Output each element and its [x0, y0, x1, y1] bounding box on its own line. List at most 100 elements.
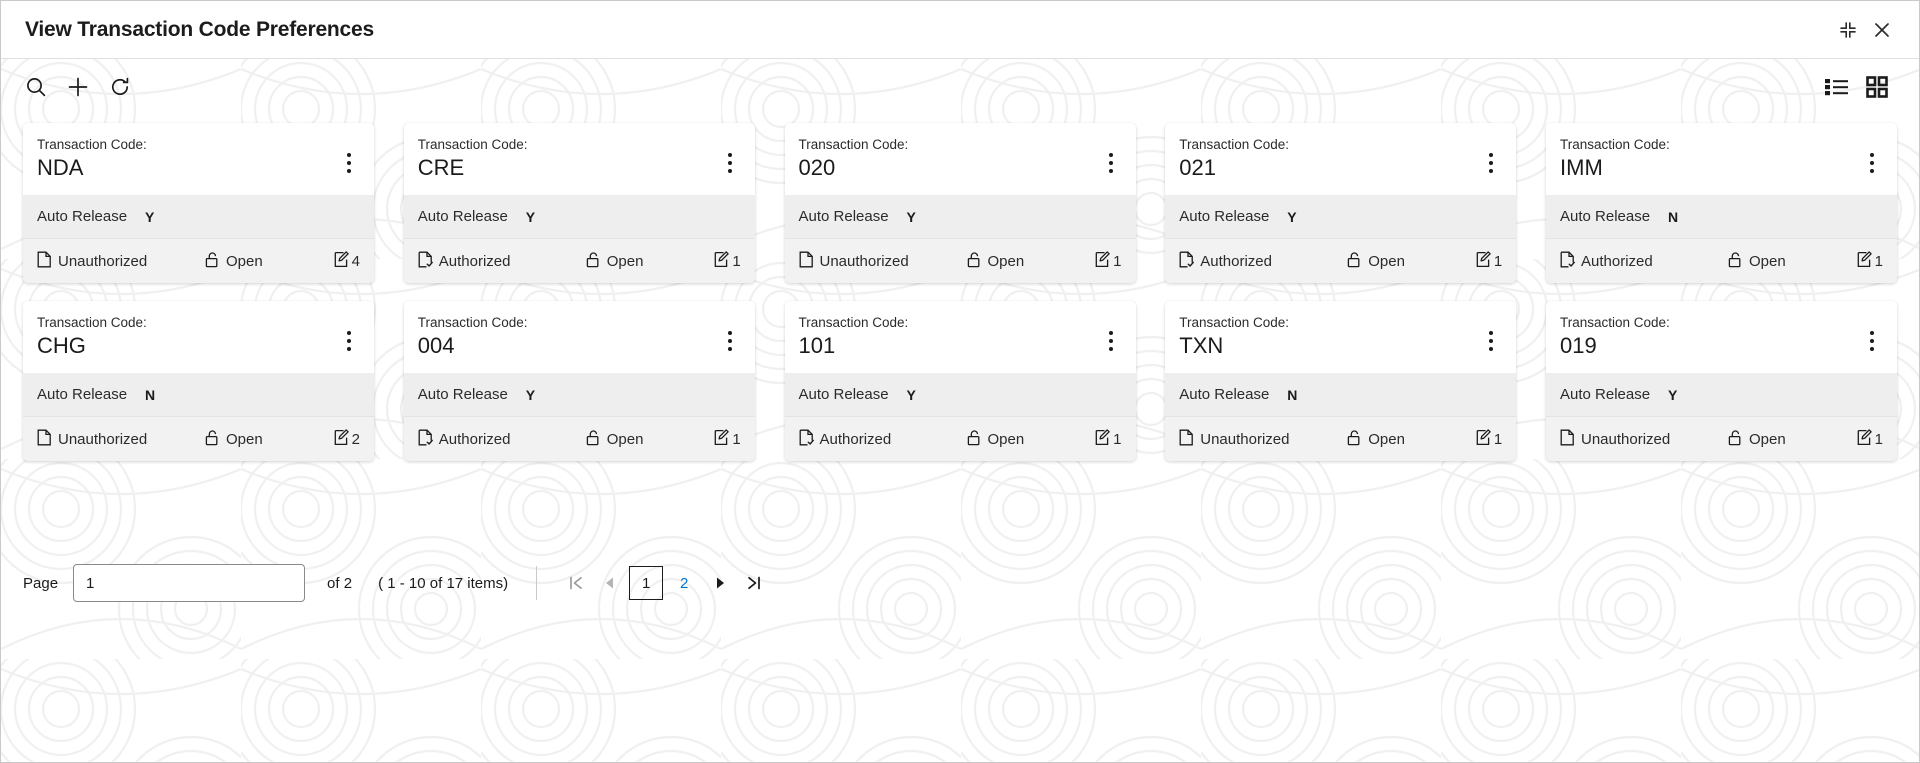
pagination-bar: Page of 2 ( 1 - 10 of 17 items) 1 2 — [1, 559, 1919, 607]
transaction-code-card[interactable]: Transaction Code:020Auto ReleaseYUnautho… — [785, 123, 1136, 283]
next-page-icon[interactable] — [703, 566, 737, 600]
version-indicator[interactable]: 1 — [714, 429, 740, 450]
lock-state: Open — [967, 429, 1096, 450]
card-header-texts: Transaction Code:020 — [799, 136, 1100, 181]
document-check-icon — [799, 429, 814, 450]
version-indicator[interactable]: 1 — [1857, 429, 1883, 450]
last-page-icon[interactable] — [737, 566, 771, 600]
version-indicator[interactable]: 1 — [714, 251, 740, 272]
edit-icon — [1476, 429, 1491, 450]
transaction-code-label: Transaction Code: — [37, 136, 338, 153]
auto-release-value: N — [1287, 387, 1297, 403]
status-badge: Unauthorized — [799, 251, 967, 272]
transaction-code-card[interactable]: Transaction Code: CRE Auto ReleaseY Authori… — [404, 123, 755, 283]
document-icon — [1179, 429, 1194, 450]
page-number-2[interactable]: 2 — [667, 566, 701, 600]
version-count: 1 — [1875, 431, 1883, 448]
unlock-icon — [967, 251, 982, 272]
transaction-code-label: Transaction Code: — [799, 136, 1100, 153]
transaction-code-card[interactable]: Transaction Code:CHGAuto ReleaseNUnautho… — [23, 301, 374, 461]
card-menu-icon[interactable] — [1861, 146, 1883, 180]
lock-state-text: Open — [1749, 253, 1786, 270]
search-icon[interactable] — [15, 67, 57, 107]
list-view-icon[interactable] — [1817, 69, 1857, 105]
refresh-icon[interactable] — [99, 67, 141, 107]
lock-state-text: Open — [988, 431, 1025, 448]
version-indicator[interactable]: 1 — [1857, 251, 1883, 272]
version-indicator[interactable]: 1 — [1095, 429, 1121, 450]
status-text: Unauthorized — [58, 431, 147, 448]
unlock-icon — [586, 251, 601, 272]
status-text: Unauthorized — [1200, 431, 1289, 448]
auto-release-row: Auto ReleaseY — [1165, 195, 1516, 239]
card-menu-icon[interactable] — [1100, 324, 1122, 358]
card-menu-icon[interactable] — [338, 146, 360, 180]
auto-release-label: Auto Release — [418, 386, 526, 403]
page-number-1[interactable]: 1 — [629, 566, 663, 600]
close-icon[interactable] — [1865, 13, 1899, 47]
transaction-code-card[interactable]: Transaction Code:NDAAuto ReleaseYUnautho… — [23, 123, 374, 283]
transaction-code-card[interactable]: Transaction Code:021Auto ReleaseYAuthori… — [1165, 123, 1516, 283]
transaction-code-card[interactable]: Transaction Code:TXNAuto ReleaseNUnautho… — [1165, 301, 1516, 461]
transaction-code-card[interactable]: Transaction Code:004Auto ReleaseYAuthori… — [404, 301, 755, 461]
auto-release-value: N — [1668, 209, 1678, 225]
edit-icon — [1095, 251, 1110, 272]
card-footer: UnauthorizedOpen1 — [1546, 417, 1897, 461]
previous-page-icon[interactable] — [593, 566, 627, 600]
lock-state: Open — [1347, 429, 1476, 450]
lock-state: Open — [205, 429, 334, 450]
unlock-icon — [1728, 429, 1743, 450]
version-count: 1 — [1113, 431, 1121, 448]
card-menu-icon[interactable] — [1480, 324, 1502, 358]
auto-release-label: Auto Release — [799, 386, 907, 403]
lock-state-text: Open — [607, 253, 644, 270]
unlock-icon — [1347, 429, 1362, 450]
version-indicator[interactable]: 1 — [1476, 429, 1502, 450]
card-menu-icon[interactable] — [1100, 146, 1122, 180]
page-number-input[interactable] — [73, 564, 305, 602]
lock-state: Open — [586, 251, 715, 272]
collapse-icon[interactable] — [1831, 13, 1865, 47]
auto-release-row: Auto ReleaseY — [404, 195, 755, 239]
auto-release-label: Auto Release — [1179, 208, 1287, 225]
version-indicator[interactable]: 1 — [1095, 251, 1121, 272]
card-menu-icon[interactable] — [719, 324, 741, 358]
card-footer: Unauthorized Open 1 — [785, 239, 1136, 283]
transaction-code-label: Transaction Code: — [418, 136, 719, 153]
auto-release-label: Auto Release — [418, 208, 526, 225]
card-menu-icon[interactable] — [1861, 324, 1883, 358]
transaction-code-value: 019 — [1560, 333, 1861, 359]
lock-state: Open — [1728, 429, 1857, 450]
edit-icon — [334, 429, 349, 450]
card-footer: AuthorizedOpen1 — [1546, 239, 1897, 283]
card-menu-icon[interactable] — [719, 146, 741, 180]
pagination-divider — [536, 566, 537, 600]
grid-view-icon[interactable] — [1857, 69, 1897, 105]
auto-release-label: Auto Release — [37, 208, 145, 225]
window-body: Transaction Code:NDAAuto ReleaseYUnautho… — [1, 59, 1919, 762]
version-indicator[interactable]: 4 — [334, 251, 360, 272]
plus-icon[interactable] — [57, 67, 99, 107]
unlock-icon — [967, 429, 982, 450]
card-menu-icon[interactable] — [338, 324, 360, 358]
lock-state-text: Open — [988, 253, 1025, 270]
document-check-icon — [1179, 251, 1194, 272]
auto-release-row: Auto ReleaseN — [1546, 195, 1897, 239]
auto-release-label: Auto Release — [799, 208, 907, 225]
card-menu-icon[interactable] — [1480, 146, 1502, 180]
transaction-code-card[interactable]: Transaction Code:IMMAuto ReleaseNAuthori… — [1546, 123, 1897, 283]
transaction-code-value: CRE — [418, 155, 719, 181]
version-indicator[interactable]: 1 — [1476, 251, 1502, 272]
edit-icon — [1857, 251, 1872, 272]
edit-icon — [1476, 251, 1491, 272]
lock-state-text: Open — [607, 431, 644, 448]
card-header: Transaction Code:004 — [404, 301, 755, 373]
status-badge: Unauthorized — [37, 429, 205, 450]
transaction-code-card[interactable]: Transaction Code:101Auto ReleaseYAuthori… — [785, 301, 1136, 461]
auto-release-value: Y — [1287, 209, 1296, 225]
status-badge: Authorized — [418, 251, 586, 272]
transaction-code-card[interactable]: Transaction Code:019Auto ReleaseYUnautho… — [1546, 301, 1897, 461]
first-page-icon[interactable] — [559, 566, 593, 600]
version-count: 1 — [1494, 431, 1502, 448]
version-indicator[interactable]: 2 — [334, 429, 360, 450]
